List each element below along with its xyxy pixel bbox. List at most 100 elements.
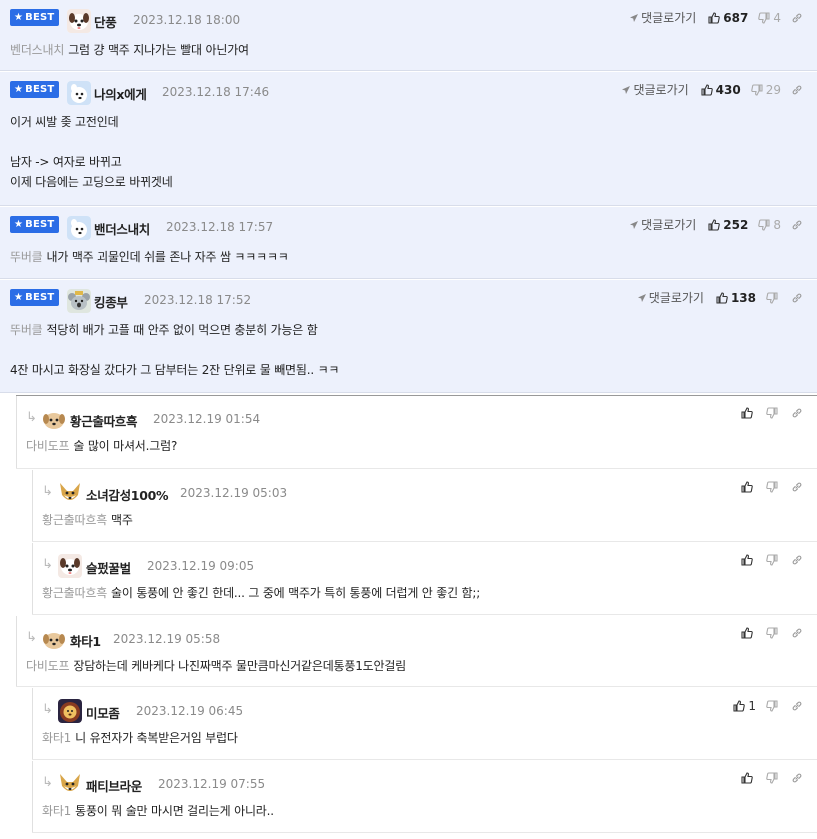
nickname[interactable]: 화타1 [70,631,101,650]
upvote-button[interactable]: 1 [733,699,756,713]
reply-target[interactable]: 뚜버클 [10,250,43,264]
divider [16,396,17,468]
downvote-button[interactable] [766,700,781,712]
comment-body: 황근출따흐흑 맥주 [42,513,133,527]
comment-body: 화타1 통풍이 뭐 술만 마시면 걸리는게 아니라.. [42,804,274,818]
avatar[interactable] [67,216,91,240]
reply-arrow-icon: ↳ [26,410,37,425]
comment-date: 2023.12.19 07:55 [158,777,266,791]
divider [32,761,33,832]
avatar[interactable] [42,627,66,651]
downvote-button[interactable]: 29 [750,83,781,97]
nickname[interactable]: 나의x에게 [94,84,147,103]
reply-target[interactable]: 벤더스내치 [10,43,64,57]
reply-link-button[interactable]: 댓글로가기 [629,9,696,26]
downvote-button[interactable] [766,407,781,419]
avatar[interactable] [42,407,66,431]
reply-comment: ↳ 소녀감성100% 2023.12.19 05:03 황근출따흐흑 맥주 [32,470,817,542]
link-icon[interactable] [791,481,803,493]
upvote-button[interactable] [741,407,756,419]
upvote-count: 687 [723,10,749,25]
link-icon[interactable] [791,700,803,712]
link-icon[interactable] [791,292,803,304]
reply-comment: ↳ 슬펐꿀벌 2023.12.19 09:05 황근출따흐흑 술이 통풍에 안 좋… [32,543,817,615]
reply-arrow-icon: ↳ [42,557,53,572]
avatar[interactable] [58,554,82,578]
divider [32,688,33,759]
comment-date: 2023.12.19 05:58 [113,632,221,646]
upvote-count: 252 [723,217,749,232]
comment-body: 다비도프 장담하는데 케바케다 나진짜맥주 물만큼마신거같은데통풍1도안걸림 [26,659,407,673]
comment-body: 뚜버클 내가 맥주 괴물인데 쉬를 존나 자주 쌈 ㅋㅋㅋㅋㅋ [10,250,289,264]
nickname[interactable]: 슬펐꿀벌 [86,558,131,577]
reply-comment: ↳ 황근출따흐흑 2023.12.19 01:54 다비도프 술 많이 마셔서.그… [16,396,817,469]
best-badge: ★ BEST [10,216,60,233]
downvote-button[interactable] [766,627,781,639]
reply-target[interactable]: 화타1 [42,731,71,745]
comment-date: 2023.12.18 18:00 [133,13,241,27]
avatar[interactable] [67,289,91,313]
nickname[interactable]: 밴더스내치 [94,219,150,238]
reply-target[interactable]: 뚜버클 [10,323,43,337]
reply-link-button[interactable]: 댓글로가기 [621,81,689,98]
reply-arrow-icon: ↳ [42,702,53,717]
comment-date: 2023.12.19 09:05 [147,559,255,573]
upvote-button[interactable] [741,627,756,639]
reply-comment: ↳ 미모좀 2023.12.19 06:45 1 화타1 니 유전자가 축복받은거… [32,688,817,760]
comment-date: 2023.12.19 06:45 [136,704,244,718]
avatar[interactable] [58,772,82,796]
link-icon[interactable] [791,554,803,566]
upvote-button[interactable]: 430 [701,83,741,97]
link-icon[interactable] [791,407,803,419]
star-icon: ★ [14,84,24,95]
reply-target[interactable]: 다비도프 [26,439,70,453]
upvote-button[interactable] [741,481,756,493]
reply-target[interactable]: 화타1 [42,804,71,818]
divider [16,616,17,686]
reply-target[interactable]: 황근출따흐흑 [42,513,107,527]
downvote-count: 8 [773,217,781,232]
nickname[interactable]: 황근출따흐흑 [70,411,138,430]
upvote-button[interactable] [741,554,756,566]
upvote-button[interactable] [741,772,756,784]
link-icon[interactable] [791,627,803,639]
reply-target[interactable]: 황근출따흐흑 [42,586,107,600]
nickname[interactable]: 소녀감성100% [86,485,169,504]
comment-body: 화타1 니 유전자가 축복받은거임 부럽다 [42,731,238,745]
comment-date: 2023.12.18 17:57 [166,220,274,234]
divider [32,543,33,614]
link-icon[interactable] [791,12,803,24]
avatar[interactable] [67,9,91,33]
upvote-button[interactable]: 687 [708,11,748,25]
reply-target[interactable]: 다비도프 [26,659,70,673]
upvote-button[interactable]: 252 [708,218,748,232]
avatar[interactable] [58,699,82,723]
upvote-button[interactable]: 138 [716,291,756,305]
link-icon[interactable] [791,219,803,231]
nickname[interactable]: 킹종부 [94,292,128,311]
reply-link-button[interactable]: 댓글로가기 [637,289,704,306]
best-badge: ★ BEST [10,81,60,98]
comment-date: 2023.12.18 17:52 [144,293,252,307]
downvote-button[interactable] [766,291,781,304]
downvote-button[interactable]: 4 [758,11,781,25]
best-badge: ★ BEST [10,9,60,26]
comment-date: 2023.12.18 17:46 [162,85,270,99]
link-icon[interactable] [791,84,803,96]
nickname[interactable]: 미모좀 [86,703,120,722]
reply-arrow-icon: ↳ [42,484,53,499]
downvote-button[interactable]: 8 [758,218,781,232]
downvote-button[interactable] [766,481,781,493]
avatar[interactable] [58,481,82,505]
upvote-count: 430 [715,82,741,97]
upvote-count: 138 [730,290,756,305]
nickname[interactable]: 단풍 [94,12,117,31]
comment-body: 이거 씨발 좆 고전인데 남자 -> 여자로 바뀌고 이제 다음에는 고딩으로 … [10,115,173,189]
nickname[interactable]: 패티브라운 [86,776,142,795]
link-icon[interactable] [791,772,803,784]
downvote-button[interactable] [766,554,781,566]
downvote-button[interactable] [766,772,781,784]
avatar[interactable] [67,81,91,105]
reply-link-button[interactable]: 댓글로가기 [629,216,696,233]
reply-comment: ↳ 패티브라운 2023.12.19 07:55 화타1 통풍이 뭐 술만 마시면… [32,761,817,833]
